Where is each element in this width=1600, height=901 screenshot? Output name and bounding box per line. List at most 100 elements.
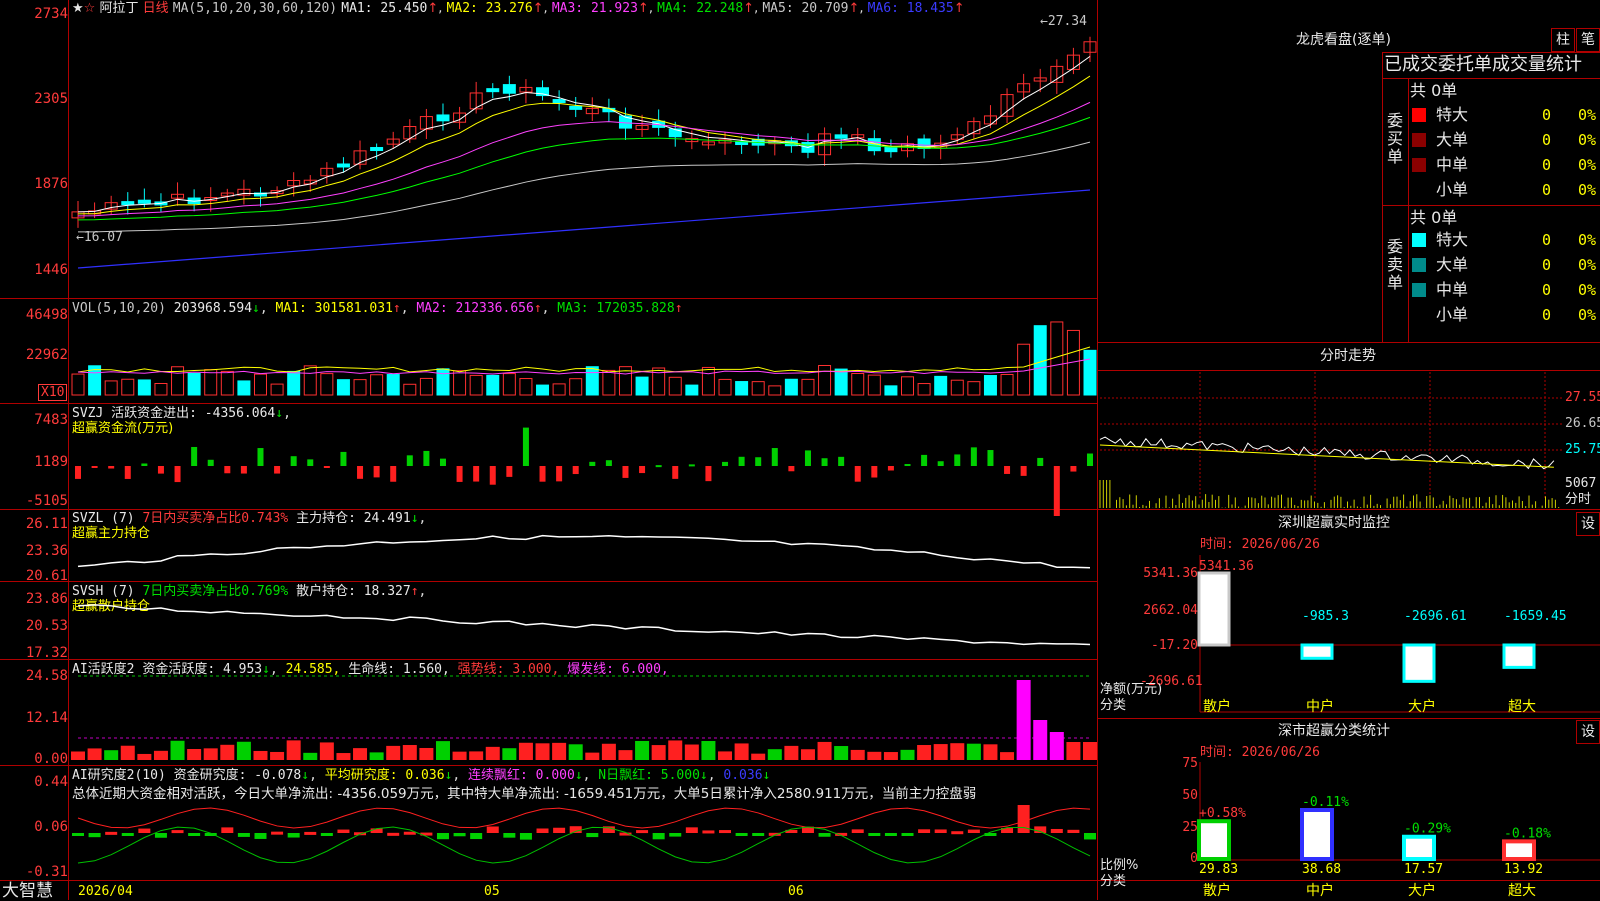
aiyj-bar: [271, 831, 284, 835]
sz2-category-label: 中户: [1306, 883, 1334, 899]
ai2-bar: [71, 751, 85, 760]
aiyj-bar: [851, 829, 864, 833]
sz2-category-label: 超大: [1508, 883, 1536, 899]
lhb-row-label: 大单: [1436, 255, 1469, 274]
lhb-row-pct: 0%: [1578, 306, 1597, 324]
aiyj-bar: [403, 831, 416, 835]
sz2-ylabel: 比例%: [1100, 858, 1139, 873]
ai2-bar: [950, 743, 965, 760]
candle-down: [336, 163, 350, 168]
aiyj-bar: [154, 833, 167, 838]
lhb-row-count: 0: [1542, 281, 1552, 299]
aiyj-bar: [669, 833, 682, 837]
ai2-bar: [485, 746, 500, 760]
aiyj-bar: [337, 829, 350, 833]
aiyj-bar: [237, 833, 250, 837]
vol-bar: [668, 376, 682, 396]
sz2-axis-0: 75: [1182, 756, 1198, 771]
ma4-line: [77, 116, 1091, 221]
vol-bar: [685, 384, 699, 396]
vol-bar: [569, 378, 583, 396]
ai2-bar: [120, 745, 135, 760]
ai2-bar: [336, 753, 351, 760]
divider-sz2-top: [1097, 718, 1600, 719]
aiyj-bar: [171, 830, 184, 834]
lhb-tick-button[interactable]: 笔: [1576, 28, 1600, 52]
vol-bar: [253, 373, 267, 396]
sz2-settings-button[interactable]: 设: [1576, 720, 1600, 744]
ai2-bar: [784, 745, 799, 760]
ai2-bar: [369, 752, 384, 760]
vol-bar: [502, 373, 516, 396]
sz2-axis-1: 50: [1182, 788, 1198, 803]
vol-bar: [818, 364, 832, 396]
sz1-settings-button[interactable]: 设: [1576, 512, 1600, 536]
ma6-line: [77, 189, 1091, 269]
ai2-bar: [419, 747, 434, 760]
ai2-bar: [1049, 732, 1064, 760]
candle-down: [569, 105, 583, 110]
vol-bar: [536, 384, 550, 396]
svzj-bar: [191, 446, 198, 466]
sz2-value-label: 38.68: [1302, 862, 1341, 877]
aiyj-bar: [934, 829, 947, 833]
ai2-bar: [684, 744, 699, 760]
lhb-mid-divider: [1382, 205, 1600, 206]
sz1-time: 时间: 2026/06/26: [1200, 537, 1320, 552]
aiyj-bar: [553, 827, 566, 833]
sz2-bar: [1300, 808, 1334, 861]
ma5-line: [77, 141, 1091, 233]
ai2-bar: [701, 740, 716, 760]
svzj-bar: [572, 466, 579, 475]
ai2-bar: [535, 743, 550, 760]
ai2-bar: [386, 745, 401, 760]
svzj-bar: [987, 450, 994, 466]
ai2-bar: [883, 752, 898, 760]
aiyj-bar: [503, 833, 516, 838]
sz2-title: 深市超赢分类统计: [1278, 723, 1390, 739]
sz2-value-label: 13.92: [1504, 862, 1543, 877]
sell-label: 委卖单: [1387, 237, 1404, 292]
fs-axis-1: 26.65: [1565, 416, 1600, 431]
svzj-bar: [970, 447, 977, 466]
lhb-row-count: 0: [1542, 256, 1552, 274]
vol-bar: [718, 378, 732, 396]
svzj-bar: [290, 456, 297, 466]
vol-bar: [154, 382, 168, 396]
vol-bar: [851, 372, 865, 396]
ai2-bar: [850, 749, 865, 760]
svzj-bar: [390, 466, 397, 482]
sz1-category-label: 散户: [1203, 699, 1231, 715]
vol-bar: [635, 376, 649, 396]
lhb-row-label: 小单: [1436, 305, 1469, 324]
aiyj-bar: [221, 827, 234, 833]
svzj-bar: [954, 454, 961, 466]
svzj-bar: [257, 448, 264, 466]
ai2-bar: [1066, 742, 1081, 760]
lhb-header-bottom: [1382, 78, 1600, 79]
fs-vol-label: 5067: [1565, 476, 1597, 491]
aiyj-bar: [436, 833, 449, 840]
svzj-bar: [672, 466, 679, 479]
sz1-axis-2: -17.20: [1151, 638, 1198, 653]
vol-bar: [884, 385, 898, 396]
svzj-bar: [804, 450, 811, 466]
ai2-bar: [435, 741, 450, 760]
lhb-bar-button[interactable]: 柱: [1551, 28, 1575, 52]
ai2-bar: [568, 744, 583, 760]
fs-axis-0: 27.55: [1565, 390, 1600, 405]
lhb-row-count: 0: [1542, 181, 1552, 199]
ai2-bar: [1016, 680, 1031, 760]
aiyj-bar: [652, 833, 665, 840]
aiyj-bar: [735, 833, 748, 836]
lhb-row-pct: 0%: [1578, 281, 1597, 299]
svzj-bar: [323, 466, 330, 468]
vol-bar: [901, 376, 915, 396]
lhb-row-label: 小单: [1436, 180, 1469, 199]
aiyj-bar: [387, 832, 400, 836]
ai2-bar: [236, 741, 251, 760]
ai2-bar: [817, 741, 832, 760]
svzj-bar: [207, 459, 214, 466]
vol-bar: [1000, 373, 1014, 396]
svzj-bar: [91, 466, 98, 468]
